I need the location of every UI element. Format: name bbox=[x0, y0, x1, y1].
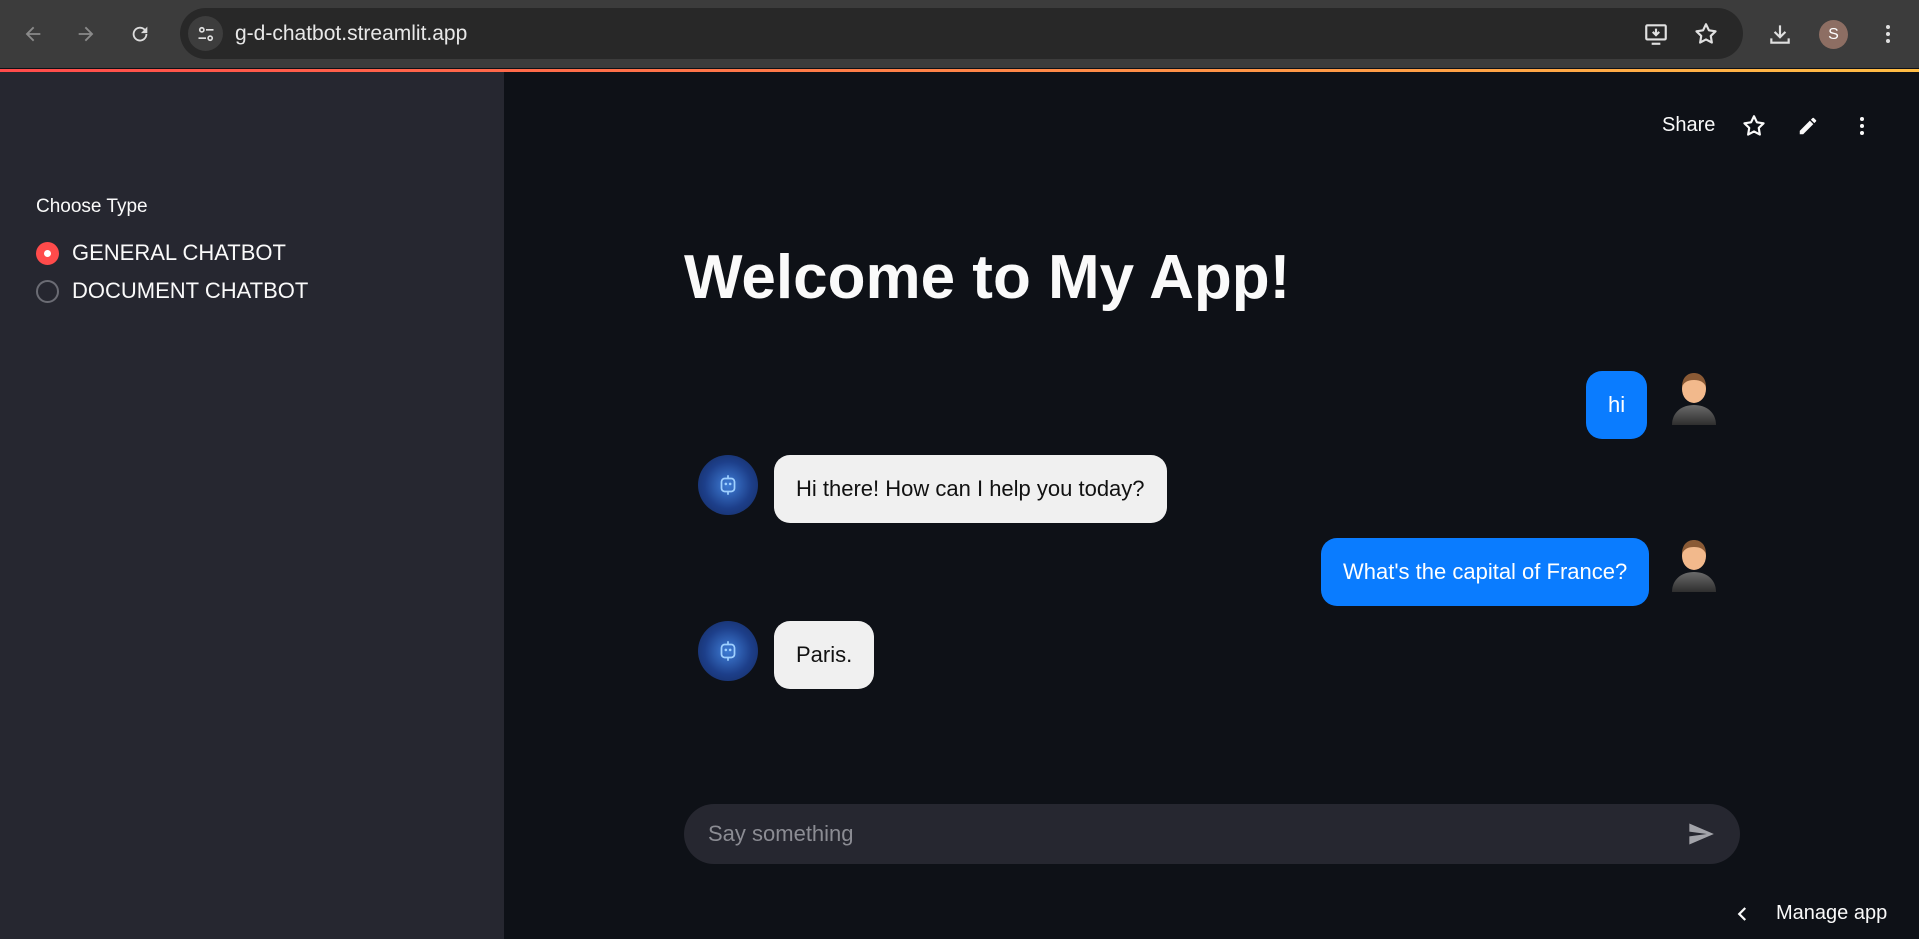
send-button[interactable] bbox=[1684, 818, 1718, 850]
browser-chrome: g-d-chatbot.streamlit.app S bbox=[0, 0, 1919, 68]
manage-app-button[interactable]: Manage app bbox=[1734, 902, 1887, 925]
site-info-icon[interactable] bbox=[188, 16, 223, 51]
assistant-message: Hi there! How can I help you today? bbox=[774, 455, 1167, 523]
user-avatar-icon bbox=[1664, 367, 1724, 427]
radio-unselected-icon bbox=[36, 279, 59, 303]
reload-icon bbox=[132, 26, 148, 42]
radio-general-chatbot[interactable]: GENERAL CHATBOT bbox=[36, 240, 286, 266]
edit-pencil-icon[interactable] bbox=[1792, 110, 1824, 142]
star-icon[interactable] bbox=[1738, 110, 1770, 142]
bot-avatar-icon bbox=[698, 455, 758, 515]
choose-type-label: Choose Type bbox=[36, 196, 148, 217]
radio-label: DOCUMENT CHATBOT bbox=[72, 278, 309, 303]
forward-button[interactable] bbox=[68, 16, 104, 52]
chat-input[interactable] bbox=[708, 816, 1648, 852]
url-text[interactable]: g-d-chatbot.streamlit.app bbox=[235, 22, 467, 46]
user-message: hi bbox=[1586, 371, 1648, 439]
radio-selected-icon bbox=[36, 241, 59, 265]
app-menu-icon[interactable] bbox=[1846, 110, 1878, 142]
bot-avatar-icon bbox=[698, 621, 758, 681]
address-bar[interactable]: g-d-chatbot.streamlit.app bbox=[180, 8, 1743, 59]
manage-app-label: Manage app bbox=[1776, 902, 1888, 924]
share-button[interactable]: Share bbox=[1662, 114, 1715, 137]
sidebar: Choose Type GENERAL CHATBOT DOCUMENT CHA… bbox=[0, 72, 504, 939]
chevron-left-icon bbox=[1737, 906, 1747, 921]
reload-button[interactable] bbox=[122, 16, 158, 52]
assistant-message: Paris. bbox=[774, 621, 875, 689]
download-icon[interactable] bbox=[1764, 18, 1796, 50]
page-title: Welcome to My App! bbox=[684, 243, 1291, 312]
message-text: Hi there! How can I help you today? bbox=[796, 476, 1145, 501]
main-area: Share Welcome to My App! hi Hi there! Ho… bbox=[504, 72, 1919, 939]
send-icon bbox=[1689, 823, 1714, 845]
arrow-left-icon bbox=[25, 26, 41, 42]
radio-label: GENERAL CHATBOT bbox=[72, 240, 286, 265]
user-message: What's the capital of France? bbox=[1321, 538, 1650, 606]
message-text: hi bbox=[1608, 392, 1626, 417]
bookmark-star-icon[interactable] bbox=[1692, 20, 1720, 48]
back-button[interactable] bbox=[15, 16, 51, 52]
install-app-icon[interactable] bbox=[1642, 20, 1670, 48]
message-text: Paris. bbox=[796, 642, 853, 667]
user-avatar-icon bbox=[1664, 534, 1724, 594]
browser-menu-icon[interactable] bbox=[1872, 18, 1904, 50]
profile-avatar[interactable]: S bbox=[1819, 20, 1848, 49]
chat-input-container bbox=[684, 804, 1740, 864]
message-text: What's the capital of France? bbox=[1343, 559, 1628, 584]
arrow-right-icon bbox=[78, 26, 94, 42]
radio-document-chatbot[interactable]: DOCUMENT CHATBOT bbox=[36, 278, 308, 304]
